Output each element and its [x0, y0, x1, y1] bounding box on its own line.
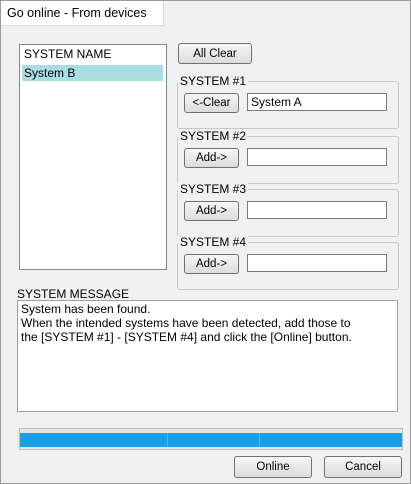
system-1-label: SYSTEM #1 [178, 74, 249, 88]
system-2-add-button[interactable]: Add-> [184, 148, 239, 168]
system-2-group: SYSTEM #2 Add-> [177, 129, 399, 184]
system-3-field[interactable] [247, 201, 387, 219]
system-1-group: SYSTEM #1 <-Clear System A [177, 74, 399, 129]
system-message-box[interactable]: System has been found. When the intended… [17, 300, 398, 412]
system-name-header: SYSTEM NAME [24, 47, 112, 61]
progress-segment-divider [259, 433, 260, 447]
list-item-system-b[interactable]: System B [22, 65, 163, 81]
title-bar: Go online - From devices [1, 1, 164, 26]
message-line: When the intended systems have been dete… [21, 316, 351, 330]
progress-fill [20, 433, 402, 447]
all-clear-button[interactable]: All Clear [178, 43, 252, 64]
cancel-button[interactable]: Cancel [324, 456, 402, 478]
window-title: Go online - From devices [7, 6, 147, 20]
system-4-field[interactable] [247, 254, 387, 272]
list-item-label: System B [24, 66, 76, 80]
system-2-field[interactable] [247, 148, 387, 166]
system-3-group: SYSTEM #3 Add-> [177, 182, 399, 237]
system-1-clear-button[interactable]: <-Clear [184, 93, 239, 113]
system-4-label: SYSTEM #4 [178, 235, 249, 249]
system-4-group: SYSTEM #4 Add-> [177, 235, 399, 290]
system-name-list[interactable]: SYSTEM NAME System B [19, 44, 167, 270]
system-3-label: SYSTEM #3 [178, 182, 249, 196]
title-bar-background [164, 1, 410, 25]
system-3-add-button[interactable]: Add-> [184, 201, 239, 221]
message-line: the [SYSTEM #1] - [SYSTEM #4] and click … [21, 330, 352, 344]
system-message-label: SYSTEM MESSAGE [17, 287, 130, 301]
progress-bar [19, 428, 403, 450]
system-2-label: SYSTEM #2 [178, 129, 249, 143]
online-button[interactable]: Online [234, 456, 312, 478]
message-line: System has been found. [21, 302, 151, 316]
progress-segment-divider [167, 433, 168, 447]
dialog-window: Go online - From devices SYSTEM NAME Sys… [0, 0, 411, 484]
system-1-field[interactable]: System A [247, 93, 387, 111]
system-4-add-button[interactable]: Add-> [184, 254, 239, 274]
